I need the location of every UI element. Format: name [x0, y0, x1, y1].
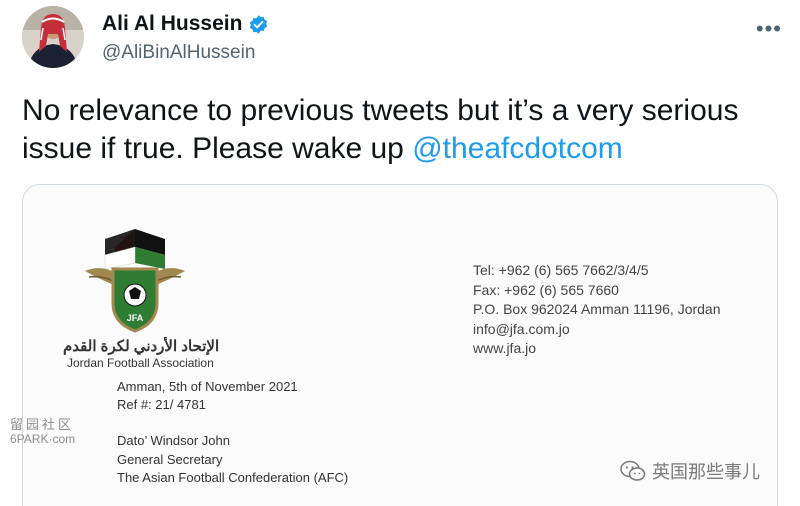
tweet-text: No relevance to previous tweets but it’s… [22, 92, 782, 168]
recipient-title: General Secretary [117, 451, 223, 467]
tweet-body: No relevance to previous tweets but it’s… [22, 94, 739, 165]
letter-date: Amman, 5th of November 2021 [117, 379, 298, 394]
wechat-icon [620, 460, 646, 481]
contact-fax: Fax: +962 (6) 565 7660 [473, 281, 619, 298]
recipient-org: The Asian Football Confederation (AFC) [117, 470, 349, 485]
contact-email: info@jfa.com.jo [473, 320, 570, 337]
watermark-left-top: 留园社区 [10, 417, 75, 432]
contact-web: www.jfa.jo [473, 340, 537, 356]
name-row: Ali Al Hussein [102, 12, 269, 36]
contact-tel: Tel: +962 (6) 565 7662/3/4/5 [473, 262, 649, 278]
display-name[interactable]: Ali Al Hussein [102, 12, 242, 36]
contact-po-box: P.O. Box 962024 Amman 11196, Jordan [473, 301, 721, 317]
contact-block: Tel: +962 (6) 565 7662/3/4/5 Fax: +962 (… [473, 261, 721, 359]
avatar-image [22, 6, 84, 68]
logo-text: JFA [127, 313, 144, 323]
watermark-right: 英国那些事儿 [620, 458, 760, 484]
jfa-logo-icon: JFA [85, 229, 185, 333]
user-handle[interactable]: @AliBinAlHussein [102, 42, 255, 64]
watermark-left: 留园社区 6PARK·com [10, 417, 76, 447]
recipient-block: Dato’ Windsor John General Secretary The… [117, 432, 348, 488]
watermark-left-bottom: 6PARK·com [10, 432, 76, 446]
watermark-right-text: 英国那些事儿 [652, 462, 760, 482]
avatar[interactable] [22, 6, 84, 68]
letter-ref: Ref #: 21/ 4781 [117, 397, 206, 412]
verified-badge-icon [250, 14, 268, 34]
recipient-name: Dato’ Windsor John [117, 433, 230, 448]
letter-meta: Amman, 5th of November 2021 Ref #: 21/ 4… [117, 378, 298, 414]
mention-link[interactable]: @theafcdotcom [412, 132, 623, 165]
association-name-arabic: الإتحاد الأردني لكرة القدم [63, 338, 220, 355]
association-name-english: Jordan Football Association [67, 356, 214, 370]
more-options-icon[interactable]: ••• [756, 16, 782, 42]
tweet-header: Ali Al Hussein @AliBinAlHussein ••• [22, 6, 782, 70]
